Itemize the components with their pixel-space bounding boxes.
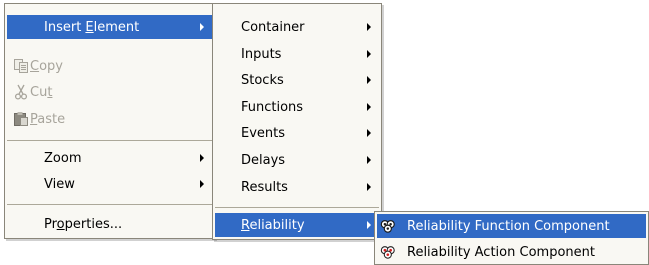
submenu-arrow-icon — [367, 76, 371, 84]
reliability-submenu: Reliability Function Component Reliabili… — [374, 211, 649, 265]
submenu-item-reliability-action-component[interactable]: Reliability Action Component — [377, 240, 646, 264]
menu-item-label: Stocks — [241, 72, 284, 88]
submenu-arrow-icon — [367, 103, 371, 111]
menu-item-insert-element[interactable]: Insert Element — [7, 15, 212, 39]
menu-item-label: Cut — [30, 84, 53, 100]
menu-item-label: Container — [241, 19, 305, 35]
submenu-item-inputs[interactable]: Inputs — [215, 42, 379, 66]
menu-item-label: Properties... — [44, 216, 123, 232]
menu-separator — [215, 207, 379, 208]
submenu-item-reliability-function-component[interactable]: Reliability Function Component — [377, 214, 646, 238]
menu-item-label: Reliability — [241, 217, 305, 233]
reliability-function-icon — [380, 220, 395, 233]
menu-item-label: Reliability Function Component — [407, 218, 610, 234]
submenu-item-functions[interactable]: Functions — [215, 95, 379, 119]
submenu-arrow-icon — [200, 180, 204, 188]
menu-item-copy[interactable]: Copy — [7, 54, 212, 78]
menu-item-label: Insert Element — [44, 19, 140, 35]
submenu-arrow-icon — [367, 23, 371, 31]
submenu-arrow-icon — [367, 156, 371, 164]
menu-separator — [7, 204, 212, 205]
submenu-item-delays[interactable]: Delays — [215, 148, 379, 172]
menu-item-label: View — [44, 176, 75, 192]
insert-element-submenu: Container Inputs Stocks Functions Events… — [212, 3, 382, 240]
menu-item-zoom[interactable]: Zoom — [7, 146, 212, 170]
context-menu: Insert Element Copy Cut Paste Zoom View … — [4, 3, 215, 239]
menu-item-label: Zoom — [44, 150, 82, 166]
submenu-arrow-icon — [200, 154, 204, 162]
menu-item-label: Events — [241, 125, 286, 141]
submenu-arrow-icon — [367, 183, 371, 191]
submenu-item-results[interactable]: Results — [215, 175, 379, 199]
menu-item-label: Results — [241, 179, 288, 195]
menu-item-label: Copy — [30, 58, 63, 74]
submenu-arrow-icon — [367, 129, 371, 137]
menu-item-properties[interactable]: Properties... — [7, 212, 212, 236]
menu-item-paste[interactable]: Paste — [7, 107, 212, 131]
submenu-arrow-icon — [367, 221, 371, 229]
menu-item-label: Delays — [241, 152, 286, 168]
menu-separator — [7, 140, 212, 141]
copy-icon — [14, 59, 28, 73]
submenu-item-container[interactable]: Container — [215, 15, 379, 39]
submenu-arrow-icon — [200, 23, 204, 31]
submenu-item-reliability[interactable]: Reliability — [215, 213, 379, 237]
submenu-item-stocks[interactable]: Stocks — [215, 68, 379, 92]
menu-item-cut[interactable]: Cut — [7, 80, 212, 104]
reliability-action-icon — [380, 246, 395, 259]
submenu-item-events[interactable]: Events — [215, 121, 379, 145]
menu-item-label: Inputs — [241, 46, 282, 62]
menu-item-label: Paste — [30, 111, 66, 127]
menu-item-label: Functions — [241, 99, 304, 115]
cut-icon — [14, 84, 28, 100]
menu-item-label: Reliability Action Component — [407, 244, 595, 260]
menu-item-view[interactable]: View — [7, 172, 212, 196]
paste-icon — [14, 112, 28, 126]
submenu-arrow-icon — [367, 50, 371, 58]
